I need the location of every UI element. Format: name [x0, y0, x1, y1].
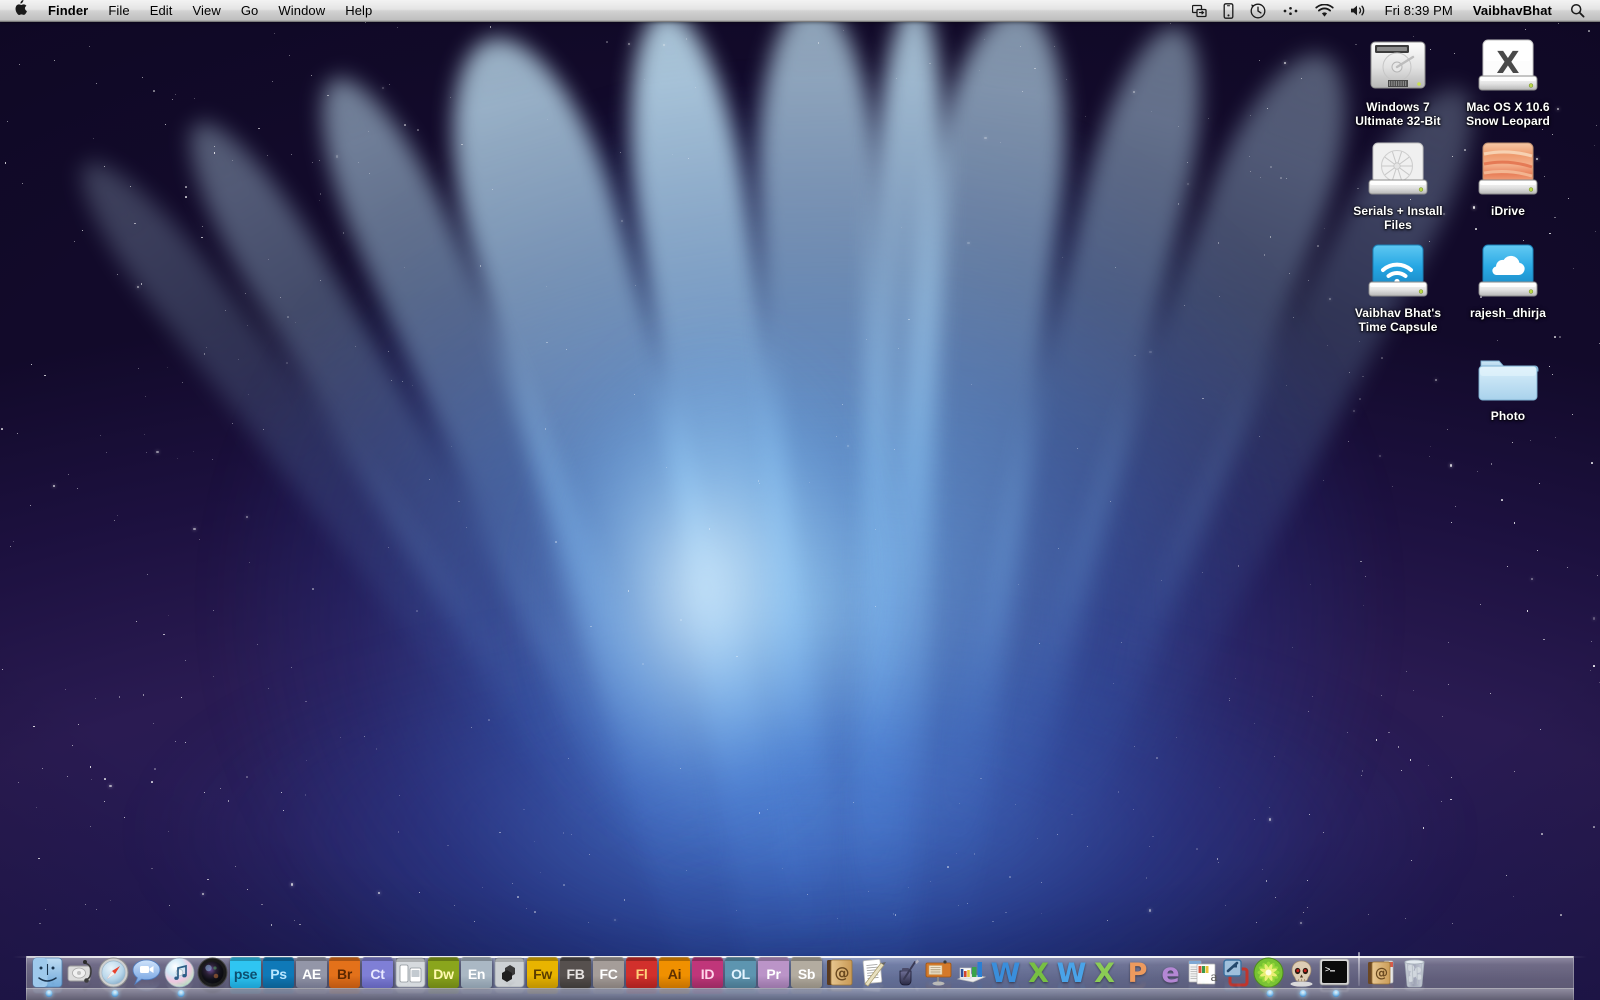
desktop-icon-label-line: Files	[1384, 218, 1412, 232]
desktop-icon-label: Windows 7 Ultimate 32-Bit	[1338, 100, 1458, 128]
menu-go[interactable]: Go	[231, 0, 269, 22]
time-capsule-drive-icon	[1338, 234, 1458, 302]
dock-item-microsoft-excel-2[interactable]: XX	[1088, 944, 1121, 993]
fast-user-switching-name[interactable]: VaibhavBhat	[1464, 3, 1561, 18]
desktop-icon-label-line: Time Capsule	[1358, 320, 1438, 334]
folder-icon	[1448, 337, 1568, 405]
desktop-icon-label-line: Serials + Install	[1353, 204, 1443, 218]
desktop-icon-label: rajesh_dhirja	[1448, 306, 1568, 320]
desktop-icon-rajesh-dhirja[interactable]: rajesh_dhirja	[1448, 234, 1568, 320]
dock-item-facetime[interactable]	[131, 944, 164, 992]
dock-item-microsoft-entourage[interactable]: ee	[1154, 944, 1187, 993]
desktop-icon-label-line: Snow Leopard	[1466, 114, 1550, 128]
dock-item-microsoft-powerpoint[interactable]: PP	[1121, 944, 1154, 993]
dock-item-safari[interactable]	[98, 944, 131, 997]
dock-item-address-book[interactable]: @ @	[824, 944, 857, 992]
idrive-drive-icon	[1448, 132, 1568, 200]
desktop-icon-label: Serials + Install Files	[1338, 204, 1458, 232]
dock-item-flash-builder[interactable]: FB FB	[560, 944, 593, 994]
remote-device-icon[interactable]	[1216, 0, 1241, 22]
desktop-icon-label-line: Photo	[1490, 409, 1526, 423]
dock-item-ink[interactable]	[890, 944, 923, 992]
pinwheel-drive-icon	[1338, 132, 1458, 200]
menu-bar-status-area: Fri 8:39 PM VaibhavBhat	[1185, 0, 1600, 22]
menu-bar-clock[interactable]: Fri 8:39 PM	[1376, 3, 1462, 18]
desktop-icon-label-line: Mac OS X 10.6	[1466, 100, 1550, 114]
dock-item-encore[interactable]: En En	[461, 944, 494, 994]
desktop-icon-idrive[interactable]: iDrive	[1448, 132, 1568, 218]
desktop-icon-label: iDrive	[1448, 204, 1568, 218]
dock-item-documents-stack[interactable]: @ @	[1366, 944, 1399, 991]
desktop-icon-photo[interactable]: Photo	[1448, 337, 1568, 423]
dock-floor	[26, 988, 1574, 1000]
dock-item-keynote[interactable]	[923, 944, 956, 991]
dock-item-photoshop-elements[interactable]: pse pse	[230, 944, 263, 994]
internal-hard-drive-icon	[1338, 28, 1458, 96]
dock-item-microsoft-excel[interactable]: XX	[1022, 944, 1055, 993]
dock-item-indesign[interactable]: ID ID	[692, 944, 725, 994]
desktop-icon-label: Mac OS X 10.6 Snow Leopard	[1448, 100, 1568, 128]
dock-separator	[1352, 950, 1366, 990]
bluetooth-dots-icon[interactable]	[1275, 0, 1306, 22]
desktop-icon-serials-install-files[interactable]: Serials + Install Files	[1338, 132, 1458, 232]
dock-item-textedit[interactable]	[857, 944, 890, 993]
dock-item-soundbooth[interactable]: Sb Sb	[791, 944, 824, 994]
dock-item-flash-professional[interactable]: Fl Fl	[626, 944, 659, 994]
desktop-icon-label: Vaibhav Bhat's Time Capsule	[1338, 306, 1458, 334]
dock[interactable]: pse pse Ps Ps AE AE Br Br Ct Ct Dw Dw En En Fw Fw FB FB FC…	[13, 926, 1587, 1000]
desktop-icon-windows-7-ultimate-32-bit[interactable]: Windows 7 Ultimate 32-Bit	[1338, 28, 1458, 128]
dock-item-dreamweaver[interactable]: Dw Dw	[428, 944, 461, 994]
dock-item-illustrator[interactable]: Ai Ai	[659, 944, 692, 994]
dock-item-vmware-fusion[interactable]	[1220, 944, 1253, 992]
wifi-icon[interactable]	[1308, 0, 1341, 22]
search-icon[interactable]	[1563, 0, 1592, 22]
menu-file[interactable]: File	[98, 0, 139, 22]
dock-item-device-central[interactable]	[395, 944, 428, 994]
desktop-icon-label-line: iDrive	[1491, 204, 1525, 218]
desktop-icon-vaibhav-bhat-s-time-capsule[interactable]: Vaibhav Bhat's Time Capsule	[1338, 234, 1458, 334]
apple-menu-icon[interactable]	[0, 0, 38, 22]
dock-item-disk-utility[interactable]	[65, 944, 98, 991]
desktop-icon-grid[interactable]: Windows 7 Ultimate 32-Bit X Mac OS X 10.6 Sn…	[0, 22, 1600, 922]
dock-item-numbers[interactable]	[956, 944, 989, 990]
menu-help[interactable]: Help	[335, 0, 382, 22]
menu-bar[interactable]: Finder File Edit View Go Window Help Fri…	[0, 0, 1600, 22]
dock-item-extension-manager[interactable]	[494, 944, 527, 994]
dock-item-kaleidoscope-app[interactable]	[1253, 944, 1286, 997]
network-cloud-drive-icon	[1448, 234, 1568, 302]
dock-item-premiere-pro[interactable]: Pr Pr	[758, 944, 791, 994]
dock-item-trash[interactable]	[1399, 944, 1432, 992]
dock-item-after-effects[interactable]: AE AE	[296, 944, 329, 994]
menu-view[interactable]: View	[183, 0, 231, 22]
dock-item-pages[interactable]: aa	[1187, 944, 1220, 991]
dock-item-microsoft-word-2[interactable]: WW	[1055, 944, 1088, 993]
time-machine-icon[interactable]	[1243, 0, 1273, 22]
dock-item-contribute[interactable]: Ct Ct	[362, 944, 395, 994]
screen-sharing-icon[interactable]	[1185, 0, 1214, 22]
dock-item-microsoft-word[interactable]: WW	[989, 944, 1022, 993]
dock-item-onlocation[interactable]: OL OL	[725, 944, 758, 994]
dock-item-skull-app[interactable]	[1286, 944, 1319, 997]
dock-item-photoshop[interactable]: Ps Ps	[263, 944, 296, 994]
dock-item-aperture[interactable]	[197, 944, 230, 994]
menu-finder[interactable]: Finder	[38, 0, 98, 22]
dock-item-terminal[interactable]: > >	[1319, 944, 1352, 997]
dock-item-fireworks[interactable]: Fw Fw	[527, 944, 560, 994]
volume-icon[interactable]	[1343, 0, 1374, 22]
desktop-icon-mac-os-x-10-6-snow-leopard[interactable]: X Mac OS X 10.6 Snow Leopard	[1448, 28, 1568, 128]
dock-item-flash-catalyst[interactable]: FC FC	[593, 944, 626, 994]
menu-bar-left: Finder File Edit View Go Window Help	[0, 0, 382, 22]
dock-item-list: pse pse Ps Ps AE AE Br Br Ct Ct Dw Dw En En Fw Fw FB FB FC…	[26, 934, 1574, 997]
desktop-icon-label: Photo	[1448, 409, 1568, 423]
mac-osx-drive-icon: X	[1448, 28, 1568, 96]
desktop-icon-label-line: Ultimate 32-Bit	[1355, 114, 1441, 128]
menu-edit[interactable]: Edit	[140, 0, 183, 22]
dock-item-itunes[interactable]	[164, 944, 197, 997]
desktop-icon-label-line: Windows 7	[1366, 100, 1430, 114]
desktop-icon-label-line: rajesh_dhirja	[1469, 306, 1546, 320]
desktop-icon-label-line: Vaibhav Bhat's	[1354, 306, 1442, 320]
menu-window[interactable]: Window	[268, 0, 335, 22]
dock-item-finder[interactable]	[32, 944, 65, 997]
dock-item-bridge[interactable]: Br Br	[329, 944, 362, 994]
